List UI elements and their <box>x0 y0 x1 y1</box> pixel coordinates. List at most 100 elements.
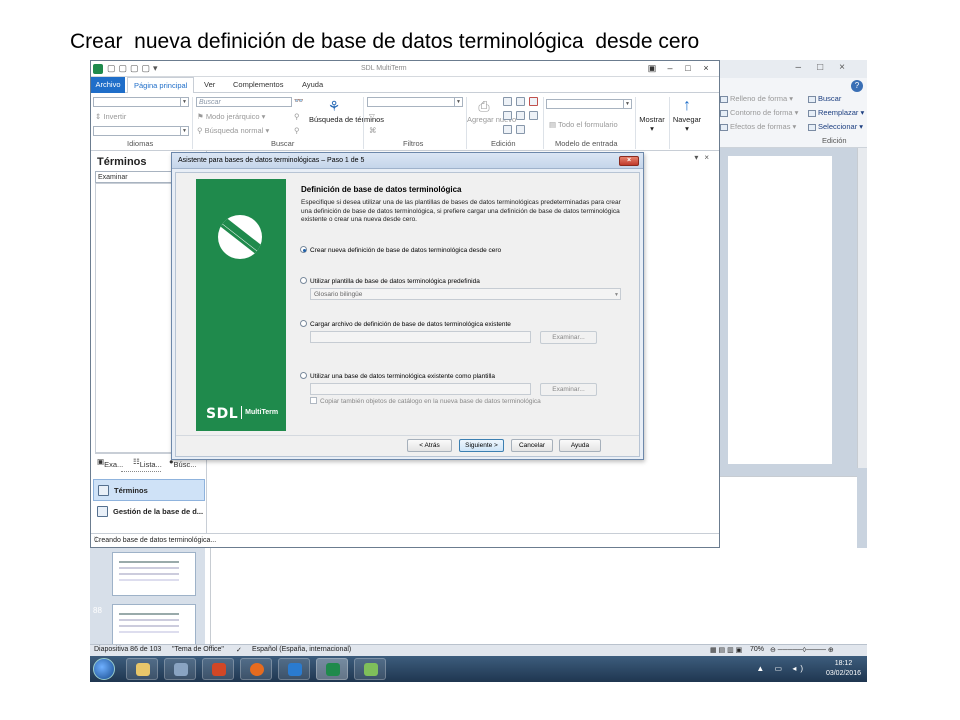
radio-load-file[interactable]: Cargar archivo de definición de base de … <box>300 320 511 329</box>
select-button[interactable]: Seleccionar ▾ <box>808 122 863 131</box>
term-search-icon: ⚘ <box>327 98 341 114</box>
app-icon <box>364 663 378 676</box>
term-search-button[interactable]: ⚘ Búsqueda de términos <box>309 97 384 124</box>
find-button[interactable]: Buscar <box>808 94 841 103</box>
slide-canvas[interactable] <box>728 156 832 464</box>
taskbar-app-2[interactable] <box>278 658 310 680</box>
refresh-icon[interactable] <box>516 111 525 120</box>
help-icon[interactable]: ? <box>851 80 863 92</box>
checkbox-icon[interactable] <box>310 397 317 404</box>
template-select[interactable]: Glosario bilingüe ▼ <box>310 288 621 300</box>
view-buttons[interactable]: ▦ ▤ ▥ ▣ <box>710 646 742 654</box>
browse-file-button[interactable]: Examinar... <box>540 331 597 344</box>
definition-file-field[interactable] <box>310 331 531 343</box>
radio-icon[interactable] <box>300 277 307 284</box>
language-indicator[interactable]: Español (España, internacional) <box>252 646 351 653</box>
tab-view[interactable]: Ver <box>204 80 215 89</box>
hierarchical-mode-button[interactable]: ⚑ Modo jerárquico ▾ <box>197 112 265 121</box>
system-clock[interactable]: 18:12 03/02/2016 <box>826 659 861 679</box>
input-model-combo[interactable]: ▼ <box>546 99 632 109</box>
browse-termbase-button[interactable]: Examinar... <box>540 383 597 396</box>
radio-use-template[interactable]: Utilizar plantilla de base de datos term… <box>300 277 480 286</box>
start-button[interactable] <box>93 658 115 680</box>
navigate-button[interactable]: ↑ Navegar ▾ <box>670 97 704 133</box>
taskbar-app-3[interactable] <box>354 658 386 680</box>
powerpoint-window-controls[interactable]: –□× <box>796 62 861 73</box>
spell-check-icon[interactable]: ✓ <box>236 646 242 654</box>
quick-access-toolbar[interactable]: ▢▢▢▢▾ <box>107 63 161 74</box>
zoom-level[interactable]: 70% <box>750 646 764 653</box>
filter-combo[interactable]: ▼ <box>367 97 463 107</box>
target-language-combo[interactable]: ▼ <box>93 126 189 136</box>
zoom-slider[interactable]: ⊖ ─────◊──── ⊕ <box>770 646 834 654</box>
radio-selected-icon[interactable] <box>300 246 307 253</box>
filter-settings-icon[interactable]: ⌘ <box>369 126 377 135</box>
close-icon[interactable]: × <box>619 156 639 166</box>
tab-browse[interactable]: ▣ Exa... <box>97 457 123 469</box>
delete-icon[interactable] <box>529 97 538 106</box>
taskbar-multiterm[interactable] <box>316 658 348 680</box>
slide-thumbnail[interactable] <box>112 552 196 596</box>
nav-terms[interactable]: Términos <box>93 479 205 501</box>
back-button[interactable]: < Atrás <box>407 439 452 452</box>
radio-existing-termbase[interactable]: Utilizar una base de datos terminológica… <box>300 372 495 381</box>
radio-icon[interactable] <box>300 320 307 327</box>
splitter-grip[interactable] <box>121 471 161 474</box>
invert-button[interactable]: ⇕ Invertir <box>95 112 126 121</box>
source-language-combo[interactable]: ▼ <box>93 97 189 107</box>
maximize-icon[interactable]: □ <box>679 63 697 73</box>
cursor-icon <box>808 123 816 131</box>
folder-icon <box>136 663 150 676</box>
radio-create-new[interactable]: Crear nueva definición de base de datos … <box>300 246 501 255</box>
copy-icon[interactable] <box>516 97 525 106</box>
effects-icon <box>720 123 728 131</box>
slide-thumbnails[interactable]: 88 <box>90 548 205 648</box>
edit-icon[interactable] <box>503 97 512 106</box>
tab-file[interactable]: Archivo <box>91 77 125 93</box>
close-icon[interactable]: × <box>697 63 715 73</box>
crossref-icon[interactable] <box>516 125 525 134</box>
next-button[interactable]: Siguiente > <box>459 439 504 452</box>
minimize-icon[interactable]: – <box>661 63 679 73</box>
shape-effects-button[interactable]: Efectos de formas ▾ <box>720 122 796 131</box>
save-icon[interactable] <box>503 111 512 120</box>
copy-catalog-checkbox[interactable]: Copiar también objetos de catálogo en la… <box>310 397 541 406</box>
shape-fill-button[interactable]: Relleno de forma ▾ <box>720 94 793 103</box>
slide-number: 88 <box>93 606 102 615</box>
binoculars-icon[interactable]: 👓 <box>294 96 303 105</box>
search-input[interactable]: Buscar <box>196 97 292 107</box>
show-button[interactable]: Mostrar ▾ <box>636 115 668 133</box>
radio-icon[interactable] <box>300 372 307 379</box>
window-controls[interactable]: ▣ – □ × <box>643 63 715 74</box>
search-option-icon-2[interactable]: ⚲ <box>294 126 300 135</box>
nav-database-management[interactable]: Gestión de la base de d... <box>93 501 205 523</box>
help-button[interactable]: Ayuda <box>559 439 601 452</box>
merge-icon[interactable] <box>529 111 538 120</box>
taskbar-explorer[interactable] <box>126 658 158 680</box>
tab-addins[interactable]: Complementos <box>233 80 283 89</box>
shape-outline-button[interactable]: Contorno de forma ▾ <box>720 108 798 117</box>
taskbar-firefox[interactable] <box>240 658 272 680</box>
search-option-icon[interactable]: ⚲ <box>294 112 300 121</box>
add-new-button[interactable]: ⎙ Agregar nuevo <box>467 97 516 124</box>
taskbar-app[interactable] <box>164 658 196 680</box>
slide-thumbnail[interactable] <box>112 604 196 648</box>
tab-home[interactable]: Página principal <box>127 77 195 94</box>
tab-help[interactable]: Ayuda <box>302 80 323 89</box>
vertical-scrollbar[interactable] <box>857 148 867 468</box>
link-icon[interactable] <box>503 125 512 134</box>
content-controls[interactable]: ▾× <box>694 153 715 162</box>
taskbar-powerpoint[interactable] <box>202 658 234 680</box>
replace-button[interactable]: Reemplazar ▾ <box>808 108 864 117</box>
editing-group-label: Edición <box>822 136 847 145</box>
full-form-button[interactable]: ▤ Todo el formulario <box>549 120 618 129</box>
cancel-button[interactable]: Cancelar <box>511 439 553 452</box>
normal-search-button[interactable]: ⚲ Búsqueda normal ▾ <box>197 126 269 135</box>
system-tray-icons[interactable]: ▲ ▭ ◂) <box>756 664 807 673</box>
filter-icon[interactable]: ▽ <box>369 112 375 121</box>
resize-grip[interactable]: ⁞⁞ <box>94 537 717 543</box>
browse-input[interactable]: Examinar <box>95 171 173 183</box>
ribbon-options-icon[interactable]: ▣ <box>643 63 661 74</box>
tab-list[interactable]: ☷ Lista... <box>133 457 162 469</box>
existing-termbase-field[interactable] <box>310 383 531 395</box>
